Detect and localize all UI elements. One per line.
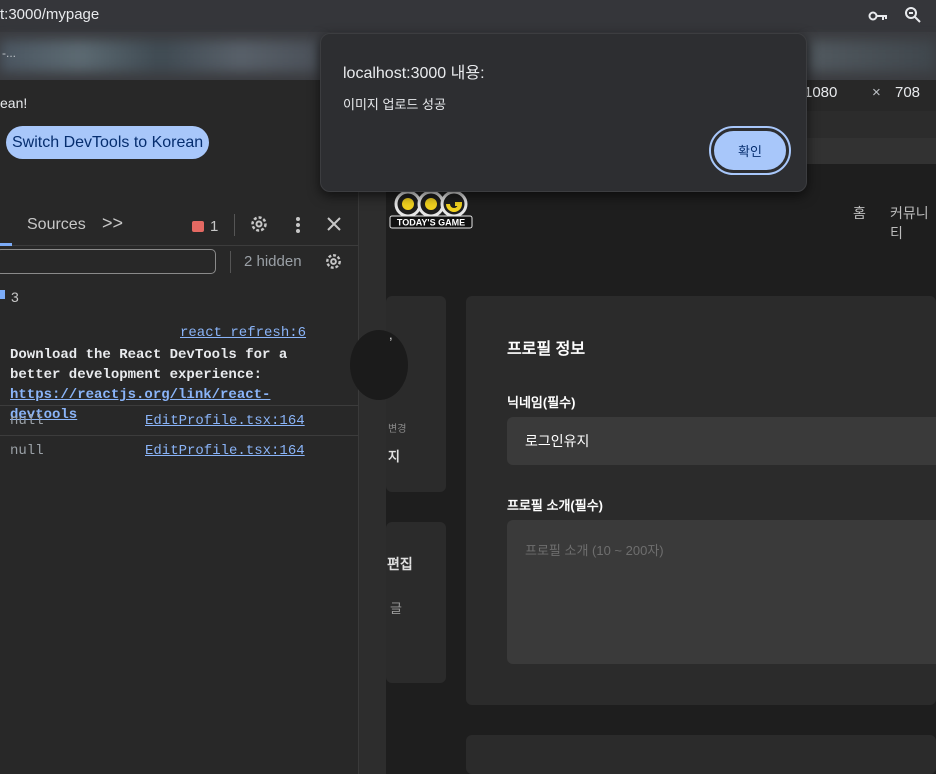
blurred-bookmarks bbox=[0, 40, 320, 72]
browser-top-bar: t:3000/mypage bbox=[0, 0, 936, 32]
more-tabs-button[interactable]: >> bbox=[102, 213, 123, 234]
log-value: null bbox=[10, 443, 44, 459]
react-message-text: Download the React DevTools for a better… bbox=[10, 347, 288, 383]
filter-divider bbox=[230, 251, 231, 273]
tab-console-active-indicator[interactable] bbox=[0, 243, 12, 246]
device-width-input[interactable]: 1080 bbox=[804, 84, 837, 101]
toolbar-divider bbox=[234, 214, 235, 236]
console-log-line: null EditProfile.tsx:164 bbox=[0, 405, 358, 435]
nickname-label: 닉네임(필수) bbox=[507, 395, 576, 410]
side-nickname: 지 bbox=[388, 449, 400, 464]
url-text[interactable]: t:3000/mypage bbox=[0, 6, 99, 23]
side-menu-posts[interactable]: 글 bbox=[390, 598, 402, 617]
log-source-link[interactable]: EditProfile.tsx:164 bbox=[145, 443, 305, 459]
avatar[interactable] bbox=[350, 330, 408, 400]
nav-home-link[interactable]: 홈 bbox=[853, 203, 866, 223]
zoom-icon[interactable] bbox=[904, 6, 922, 24]
kebab-menu-icon[interactable] bbox=[293, 214, 303, 236]
message-icon bbox=[0, 290, 5, 299]
side-menu-edit[interactable]: 편집 bbox=[387, 554, 413, 574]
side-card-title-fragment: , bbox=[389, 327, 393, 342]
bottom-card bbox=[466, 735, 936, 774]
nav-community-link[interactable]: 커뮤니티 bbox=[890, 203, 936, 243]
message-count: 3 bbox=[11, 289, 19, 305]
console-filter-input[interactable] bbox=[0, 249, 216, 274]
hidden-messages-count: 2 hidden bbox=[244, 253, 302, 270]
close-icon[interactable] bbox=[324, 214, 344, 234]
nickname-input[interactable] bbox=[507, 417, 936, 465]
intro-textarea[interactable] bbox=[507, 520, 936, 664]
dimension-separator: × bbox=[872, 84, 881, 101]
error-icon[interactable] bbox=[192, 221, 204, 232]
logo-text: TODAY'S GAME bbox=[397, 218, 465, 228]
change-image-link[interactable]: 변경 bbox=[388, 420, 406, 435]
log-value: null bbox=[10, 413, 44, 429]
switch-language-button[interactable]: Switch DevTools to Korean bbox=[6, 126, 210, 159]
intro-label: 프로필 소개(필수) bbox=[507, 498, 603, 513]
blurred-bookmarks-right bbox=[808, 40, 936, 72]
console-log-line: null EditProfile.tsx:164 bbox=[0, 435, 358, 465]
console-settings-gear-icon[interactable] bbox=[323, 251, 344, 272]
error-count[interactable]: 1 bbox=[210, 218, 218, 235]
tab-sources[interactable]: Sources bbox=[27, 216, 86, 234]
language-banner-text: ean! bbox=[0, 95, 28, 111]
device-height-input[interactable]: 708 bbox=[895, 84, 920, 101]
dialog-title: localhost:3000 내용: bbox=[343, 65, 485, 82]
log-source-link[interactable]: EditProfile.tsx:164 bbox=[145, 413, 305, 429]
page-title: 프로필 정보 bbox=[507, 341, 586, 358]
bookmark-label[interactable]: -... bbox=[2, 46, 16, 60]
key-icon[interactable] bbox=[868, 8, 888, 24]
dialog-ok-button[interactable]: 확인 bbox=[709, 126, 791, 175]
log-source-link[interactable]: react_refresh:6 bbox=[180, 325, 306, 341]
site-logo[interactable]: TODAY'S GAME bbox=[388, 186, 474, 232]
settings-gear-icon[interactable] bbox=[248, 213, 270, 235]
dialog-message: 이미지 업로드 성공 bbox=[343, 97, 446, 112]
